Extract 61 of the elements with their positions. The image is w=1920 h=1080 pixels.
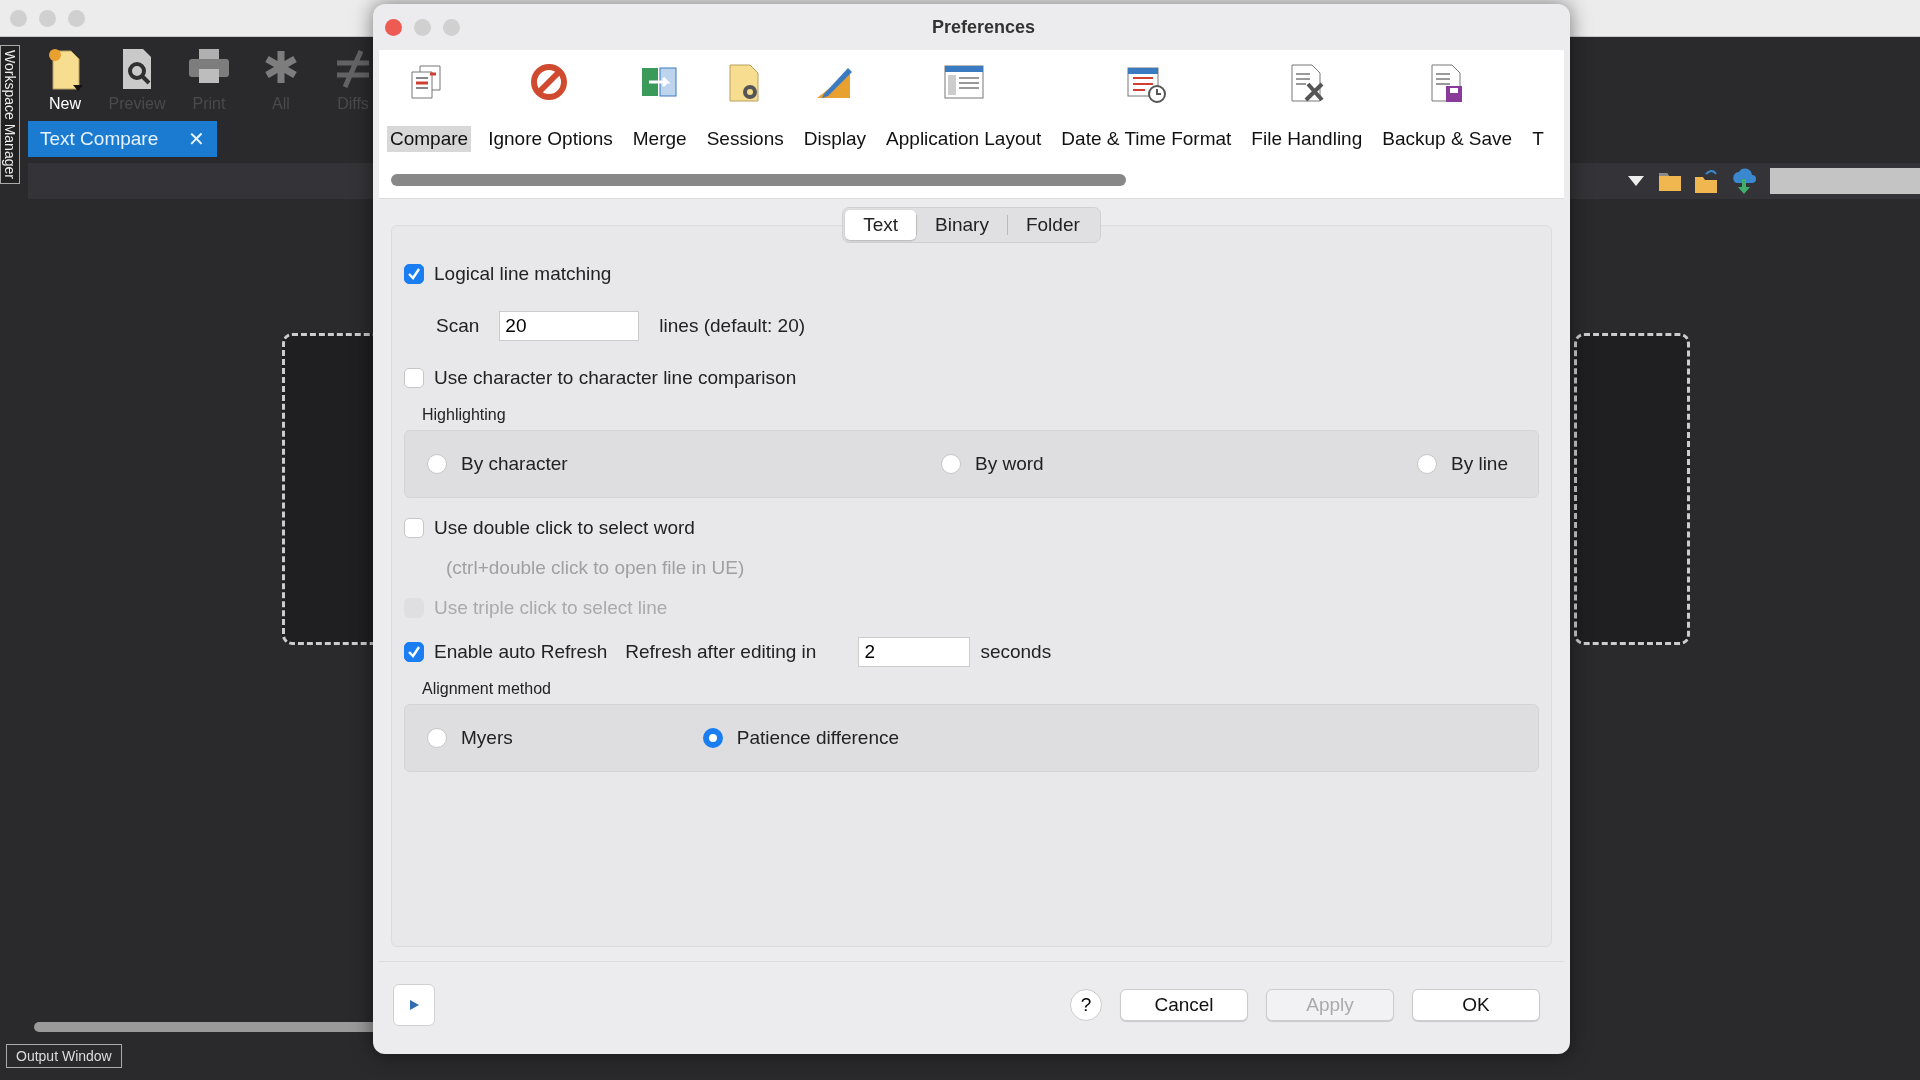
checkmark-icon xyxy=(407,267,421,281)
category-tab[interactable]: Display xyxy=(800,126,870,152)
dialog-title: Preferences xyxy=(930,16,1037,38)
category-tab[interactable]: Ignore Options xyxy=(485,126,616,152)
folder-icon[interactable] xyxy=(1658,170,1682,192)
segment-tab[interactable]: Text xyxy=(845,210,917,240)
checkbox-label[interactable]: Use character to character line comparison xyxy=(434,367,797,389)
dropdown-icon[interactable] xyxy=(1626,174,1646,188)
radio-button[interactable] xyxy=(427,728,447,748)
dialog-button[interactable]: Cancel xyxy=(1120,989,1248,1021)
category-tab[interactable]: Merge xyxy=(629,126,690,152)
category-tab[interactable]: Date & Time Format xyxy=(1058,126,1235,152)
close-button[interactable] xyxy=(385,18,402,36)
radio-button[interactable] xyxy=(941,454,961,474)
checkbox-label[interactable]: Enable auto Refresh xyxy=(434,641,608,663)
field-label: Refresh after editing in xyxy=(625,641,817,663)
document-tab[interactable]: Text Compare ✕ xyxy=(28,121,218,157)
radio-button[interactable] xyxy=(427,454,447,474)
category-tab[interactable]: File Handling xyxy=(1248,126,1366,152)
radio-label[interactable]: Patience difference xyxy=(736,727,900,749)
dialog-button[interactable]: OK xyxy=(1412,989,1540,1021)
close-icon[interactable]: ✕ xyxy=(188,127,206,151)
side-tab[interactable]: Workspace Manager xyxy=(0,45,20,184)
input-field[interactable]: 20 xyxy=(499,311,640,341)
output-window-tab[interactable]: Output Window xyxy=(6,1044,122,1068)
segment-tab[interactable]: Folder xyxy=(1007,210,1098,240)
hint-text: (ctrl+double click to open file in UE) xyxy=(445,556,746,580)
unit-label: seconds xyxy=(980,641,1052,663)
play-button[interactable] xyxy=(393,984,435,1026)
category-tab[interactable]: Backup & Save xyxy=(1379,126,1516,152)
checkbox-label[interactable]: Logical line matching xyxy=(434,263,612,285)
checkmark-icon xyxy=(407,645,421,659)
checkbox[interactable] xyxy=(404,264,424,284)
toolbar-button-label[interactable]: New xyxy=(49,95,81,113)
folder-arrow-icon[interactable] xyxy=(1694,168,1718,194)
radio-label[interactable]: Myers xyxy=(461,727,513,749)
checkbox-label[interactable]: Use double click to select word xyxy=(434,517,695,539)
help-button[interactable]: ? xyxy=(1070,989,1102,1021)
category-tab[interactable]: T xyxy=(1529,126,1547,152)
text-field[interactable] xyxy=(1770,168,1920,194)
checkbox[interactable] xyxy=(404,368,424,388)
field-label: Scan xyxy=(436,315,480,337)
radio-label[interactable]: By line xyxy=(1450,453,1508,475)
tab-label: Text Compare xyxy=(40,128,159,150)
category-tab[interactable]: Sessions xyxy=(703,126,787,152)
category-tab[interactable]: Application Layout xyxy=(883,126,1045,152)
play-icon xyxy=(408,999,420,1011)
input-field[interactable]: 2 xyxy=(858,637,971,667)
segment-tab[interactable]: Binary xyxy=(917,210,1007,240)
hint-text: lines (default: 20) xyxy=(659,315,806,337)
checkbox[interactable] xyxy=(404,518,424,538)
radio-label[interactable]: By word xyxy=(975,453,1044,475)
checkbox[interactable] xyxy=(404,642,424,662)
radio-label[interactable]: By character xyxy=(461,453,568,475)
group-title: Highlighting xyxy=(421,405,507,425)
radio-button[interactable] xyxy=(702,728,723,748)
cloud-download-icon[interactable] xyxy=(1730,167,1758,195)
radio-button[interactable] xyxy=(1416,454,1437,474)
group-title: Alignment method xyxy=(421,679,552,699)
category-tab[interactable]: Compare xyxy=(387,126,472,152)
scrollbar[interactable] xyxy=(391,174,1126,186)
